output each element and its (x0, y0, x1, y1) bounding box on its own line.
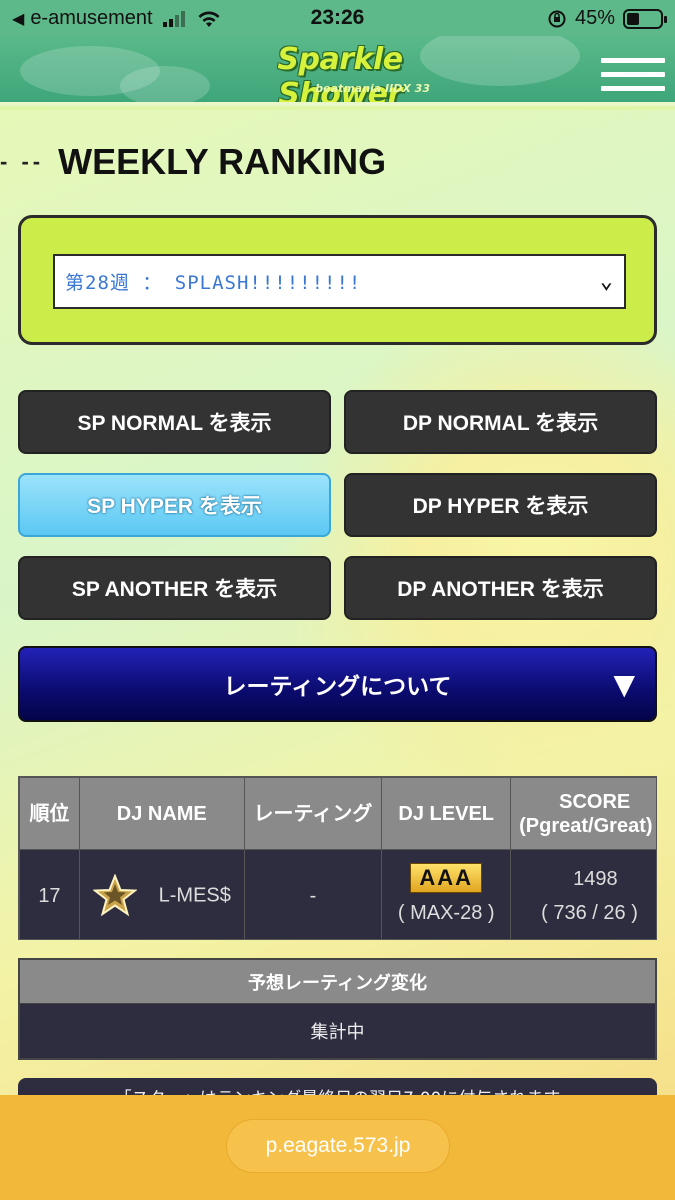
dj-name: L-MES$ (158, 883, 231, 906)
status-right: 45% (547, 7, 667, 30)
logo-subtitle: beatmania IIDX 33 (315, 82, 430, 95)
site-logo[interactable]: Sparkle Shower beatmania IIDX 33 (220, 42, 460, 102)
sp-normal-button[interactable]: SP NORMAL を表示 (18, 390, 331, 454)
dp-hyper-button[interactable]: DP HYPER を表示 (344, 473, 657, 537)
status-bar: ◀ e-amusement 23:26 45% (0, 0, 675, 36)
week-select-panel: 第28週 ： SPLASH!!!!!!!!! ⌄ (18, 215, 657, 345)
ranking-table: 順位 DJ NAME レーティング DJ LEVEL SCORE (Pgreat… (18, 776, 657, 940)
hamburger-menu-icon[interactable] (601, 58, 665, 92)
page-title-text: WEEKLY RANKING (58, 141, 387, 182)
battery-percent: 45% (574, 7, 615, 29)
rotation-lock-icon (548, 10, 566, 27)
dp-normal-button[interactable]: DP NORMAL を表示 (344, 390, 657, 454)
cell-dj-name[interactable]: L-MES$ (78, 849, 245, 939)
sp-hyper-button[interactable]: SP HYPER を表示 (18, 473, 331, 537)
week-select-value: 第28週 ： SPLASH!!!!!!!!! (65, 272, 362, 294)
splash-decoration (120, 66, 210, 102)
main-content: - -- WEEKLY RANKING 第28週 ： SPLASH!!!!!!!… (0, 110, 675, 1100)
week-select[interactable]: 第28週 ： SPLASH!!!!!!!!! ⌄ (53, 254, 626, 309)
rating-info-label: レーティングについて (223, 674, 452, 700)
dj-level-badge: AAA (410, 862, 483, 893)
predicted-rating-header: 予想レーティング変化 (20, 960, 655, 1004)
page-title: - -- WEEKLY RANKING (0, 140, 386, 184)
predicted-rating-panel: 予想レーティング変化 集計中 (18, 958, 657, 1060)
score-detail: ( 736 / 26 ) (541, 901, 638, 924)
battery-icon (623, 8, 667, 29)
score-value: 1498 (573, 867, 618, 890)
sp-another-button[interactable]: SP ANOTHER を表示 (18, 556, 331, 620)
dp-another-button[interactable]: DP ANOTHER を表示 (344, 556, 657, 620)
table-header-row: 順位 DJ NAME レーティング DJ LEVEL SCORE (Pgreat… (19, 777, 656, 850)
header-rating: レーティング (243, 777, 383, 850)
triangle-down-icon: ▼ (613, 668, 635, 701)
cell-score: 1498 ( 736 / 26 ) (510, 849, 656, 939)
star-icon (92, 873, 137, 916)
header-score-label: SCORE (559, 790, 631, 813)
site-header: Sparkle Shower beatmania IIDX 33 (0, 36, 675, 106)
table-row: 17 L-MES$ - AAA ( MAX-28 ) 1498 ( 736 / … (19, 849, 656, 939)
url-field[interactable]: p.eagate.573.jp (226, 1119, 450, 1173)
header-rank: 順位 (19, 777, 80, 850)
chevron-down-icon: ⌄ (599, 269, 614, 294)
rating-info-button[interactable]: レーティングについて ▼ (18, 646, 657, 722)
header-dj-name: DJ NAME (78, 777, 245, 850)
dj-level-detail: ( MAX-28 ) (397, 901, 495, 924)
header-score: SCORE (Pgreat/Great) (510, 777, 656, 850)
cell-dj-level: AAA ( MAX-28 ) (381, 849, 512, 939)
title-dash-decoration: - -- (0, 149, 45, 174)
logo-title: Sparkle Shower (277, 42, 403, 106)
browser-url-bar: p.eagate.573.jp (0, 1095, 675, 1200)
cell-rating: - (243, 849, 383, 939)
cell-rank: 17 (19, 849, 80, 939)
predicted-rating-value: 集計中 (310, 1022, 365, 1043)
header-dj-level: DJ LEVEL (381, 777, 512, 850)
header-score-sub: (Pgreat/Great) (519, 814, 653, 837)
